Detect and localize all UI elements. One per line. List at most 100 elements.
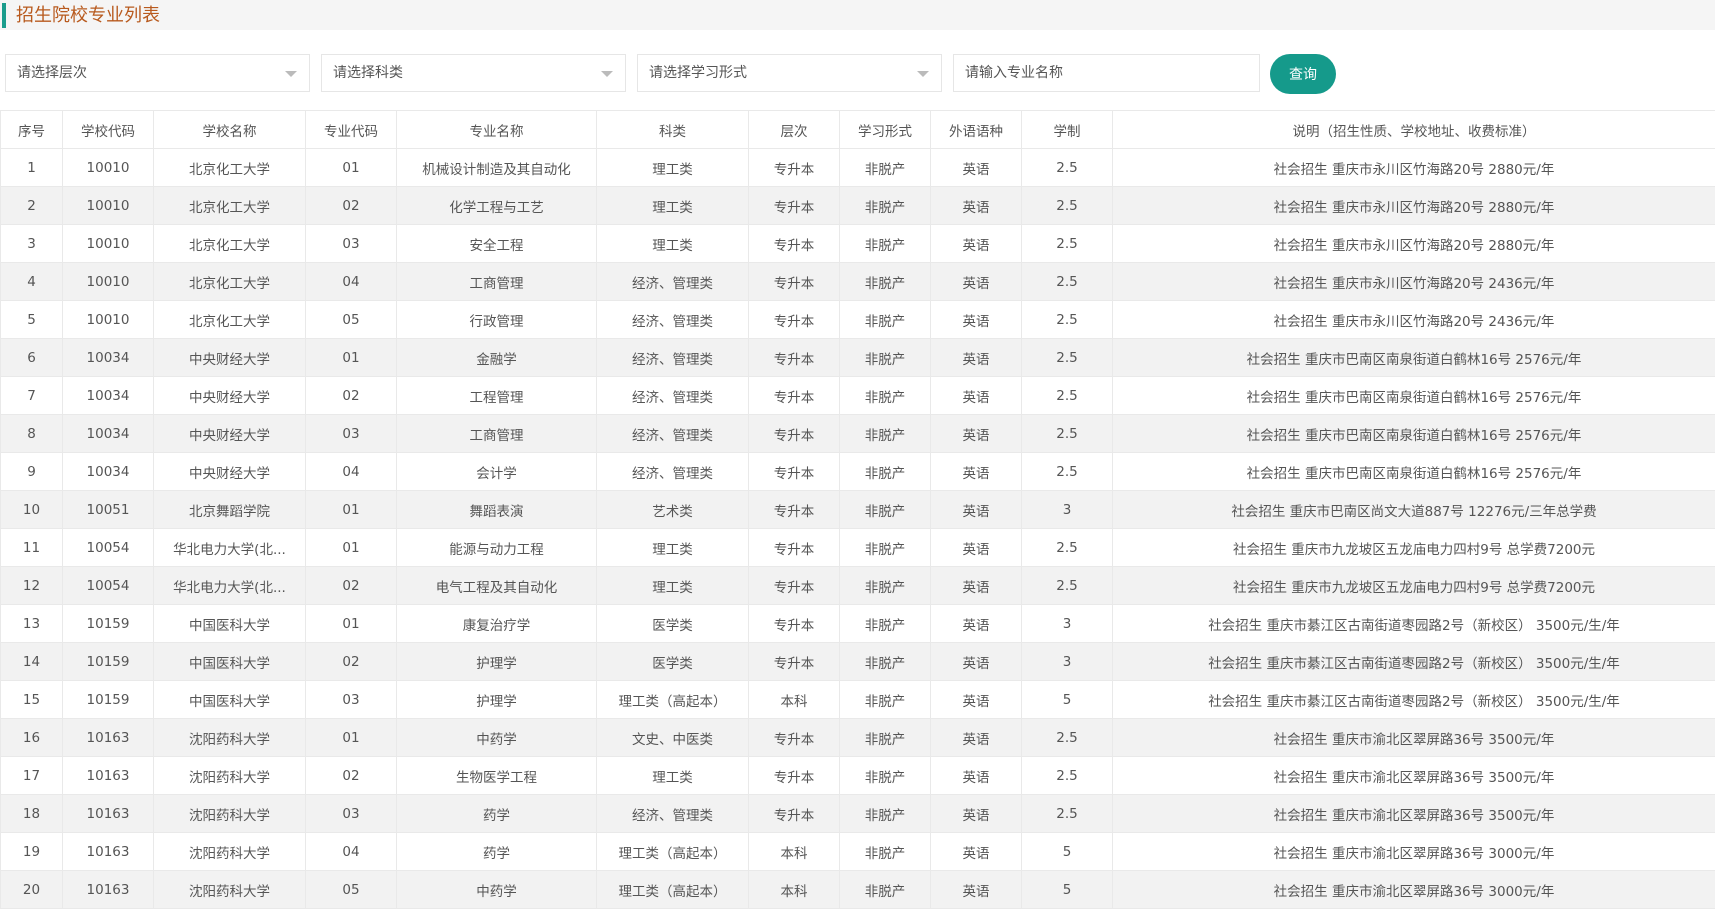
level-select-placeholder: 请选择层次 <box>17 65 87 81</box>
column-header: 序号 <box>0 110 63 149</box>
major-name-input-placeholder: 请输入专业名称 <box>965 65 1063 81</box>
table-cell: 专升本 <box>748 718 840 757</box>
table-cell: 华北电力大学(北... <box>153 566 306 605</box>
table-row: 10 10051 北京舞蹈学院 01 舞蹈表演 艺术类 专升本 非脱产 英语 3 社会招生 重庆市巴… <box>0 490 1715 529</box>
table-cell: 中央财经大学 <box>153 452 306 491</box>
table-cell: 社会招生 重庆市永川区竹海路20号 2880元/年 <box>1112 148 1715 187</box>
table-cell: 10159 <box>62 642 154 681</box>
table-row: 5 10010 北京化工大学 05 行政管理 经济、管理类 专升本 非脱产 英语 2.5 社会招生 … <box>0 300 1715 339</box>
level-select[interactable]: 请选择层次 <box>5 54 310 92</box>
table-row: 18 10163 沈阳药科大学 03 药学 经济、管理类 专升本 非脱产 英语 2.5 社会招生 重… <box>0 794 1715 833</box>
table-cell: 护理学 <box>396 680 597 719</box>
table-cell: 文史、中医类 <box>596 718 749 757</box>
table-cell: 10010 <box>62 148 154 187</box>
table-cell: 中国医科大学 <box>153 680 306 719</box>
chevron-down-icon <box>285 71 297 77</box>
table-cell: 02 <box>305 642 397 681</box>
table-cell: 理工类 <box>596 566 749 605</box>
table-cell: 中药学 <box>396 718 597 757</box>
page-header: 招生院校专业列表 <box>0 0 1715 30</box>
table-cell: 理工类 <box>596 186 749 225</box>
column-header: 专业名称 <box>396 110 597 149</box>
table-cell: 10010 <box>62 300 154 339</box>
table-cell: 社会招生 重庆市九龙坡区五龙庙电力四村9号 总学费7200元 <box>1112 528 1715 567</box>
table-cell: 本科 <box>748 832 840 871</box>
category-select[interactable]: 请选择科类 <box>321 54 626 92</box>
table-cell: 01 <box>305 718 397 757</box>
table-cell: 专升本 <box>748 566 840 605</box>
table-cell: 非脱产 <box>839 680 931 719</box>
table-cell: 生物医学工程 <box>396 756 597 795</box>
column-header: 层次 <box>748 110 840 149</box>
table-cell: 社会招生 重庆市渝北区翠屏路36号 3000元/年 <box>1112 870 1715 909</box>
table-cell: 专升本 <box>748 186 840 225</box>
table-cell: 中药学 <box>396 870 597 909</box>
table-body: 1 10010 北京化工大学 01 机械设计制造及其自动化 理工类 专升本 非脱产 英语 2.5 社… <box>0 148 1715 909</box>
major-name-input[interactable]: 请输入专业名称 <box>953 54 1260 92</box>
category-select-placeholder: 请选择科类 <box>333 65 403 81</box>
table-cell: 英语 <box>930 604 1022 643</box>
table-cell: 社会招生 重庆市巴南区南泉街道白鹤林16号 2576元/年 <box>1112 376 1715 415</box>
table-cell: 中央财经大学 <box>153 338 306 377</box>
table-cell: 02 <box>305 186 397 225</box>
table-cell: 专升本 <box>748 756 840 795</box>
table-cell: 04 <box>305 452 397 491</box>
table-cell: 金融学 <box>396 338 597 377</box>
table-cell: 北京化工大学 <box>153 148 306 187</box>
table-row: 1 10010 北京化工大学 01 机械设计制造及其自动化 理工类 专升本 非脱产 英语 2.5 社… <box>0 148 1715 187</box>
table-cell: 专升本 <box>748 642 840 681</box>
table-cell: 理工类 <box>596 528 749 567</box>
table-cell: 非脱产 <box>839 262 931 301</box>
table-cell: 1 <box>0 148 63 187</box>
table-cell: 专升本 <box>748 794 840 833</box>
table-cell: 社会招生 重庆市巴南区南泉街道白鹤林16号 2576元/年 <box>1112 338 1715 377</box>
filter-bar: 请选择层次 请选择科类 请选择学习形式 请输入专业名称 查询 <box>0 54 1715 94</box>
table-row: 17 10163 沈阳药科大学 02 生物医学工程 理工类 专升本 非脱产 英语 2.5 社会招生 … <box>0 756 1715 795</box>
table-cell: 02 <box>305 566 397 605</box>
table-cell: 2.5 <box>1021 414 1113 453</box>
table-cell: 2.5 <box>1021 376 1113 415</box>
table-cell: 2.5 <box>1021 718 1113 757</box>
table-cell: 化学工程与工艺 <box>396 186 597 225</box>
query-button[interactable]: 查询 <box>1270 54 1336 94</box>
table-cell: 15 <box>0 680 63 719</box>
table-cell: 经济、管理类 <box>596 300 749 339</box>
table-cell: 19 <box>0 832 63 871</box>
table-cell: 5 <box>1021 870 1113 909</box>
table-cell: 沈阳药科大学 <box>153 832 306 871</box>
table-cell: 非脱产 <box>839 832 931 871</box>
table-cell: 5 <box>1021 832 1113 871</box>
table-cell: 10010 <box>62 262 154 301</box>
table-cell: 9 <box>0 452 63 491</box>
table-cell: 理工类 <box>596 224 749 263</box>
table-cell: 非脱产 <box>839 642 931 681</box>
table-cell: 03 <box>305 680 397 719</box>
table-cell: 非脱产 <box>839 452 931 491</box>
table-cell: 中国医科大学 <box>153 604 306 643</box>
chevron-down-icon <box>917 71 929 77</box>
table-cell: 10159 <box>62 604 154 643</box>
study-form-select[interactable]: 请选择学习形式 <box>637 54 942 92</box>
table-cell: 17 <box>0 756 63 795</box>
table-cell: 非脱产 <box>839 566 931 605</box>
table-cell: 英语 <box>930 148 1022 187</box>
table-cell: 经济、管理类 <box>596 794 749 833</box>
table-cell: 英语 <box>930 870 1022 909</box>
title-accent-bar <box>2 3 6 28</box>
table-cell: 05 <box>305 300 397 339</box>
table-row: 4 10010 北京化工大学 04 工商管理 经济、管理类 专升本 非脱产 英语 2.5 社会招生 … <box>0 262 1715 301</box>
table-cell: 2 <box>0 186 63 225</box>
table-cell: 电气工程及其自动化 <box>396 566 597 605</box>
page-title: 招生院校专业列表 <box>16 5 160 26</box>
table-cell: 本科 <box>748 870 840 909</box>
table-cell: 沈阳药科大学 <box>153 718 306 757</box>
table-cell: 2.5 <box>1021 186 1113 225</box>
table-cell: 非脱产 <box>839 718 931 757</box>
chevron-down-icon <box>601 71 613 77</box>
table-cell: 7 <box>0 376 63 415</box>
table-cell: 艺术类 <box>596 490 749 529</box>
table-cell: 华北电力大学(北... <box>153 528 306 567</box>
table-cell: 会计学 <box>396 452 597 491</box>
table-cell: 经济、管理类 <box>596 414 749 453</box>
table-cell: 工商管理 <box>396 414 597 453</box>
